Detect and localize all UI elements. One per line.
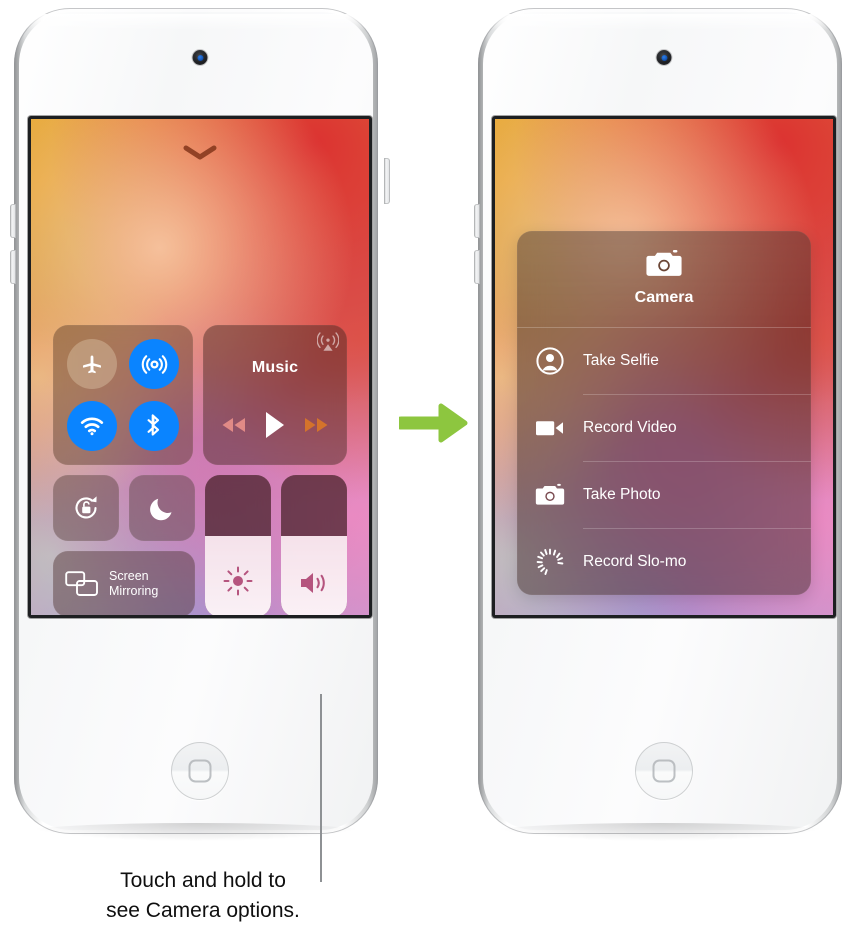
moon-icon	[150, 498, 172, 521]
power-button[interactable]	[384, 158, 390, 204]
menu-item-label: Take Photo	[583, 486, 661, 503]
bluetooth-toggle[interactable]	[129, 401, 179, 451]
figure-caption: Touch and hold to see Camera options.	[0, 866, 406, 926]
music-tile[interactable]: Music	[203, 325, 347, 465]
rotation-lock-tile[interactable]	[53, 475, 119, 541]
volume-down-button[interactable]	[474, 250, 480, 284]
front-camera-icon	[656, 50, 672, 65]
mirror-line-2: Mirroring	[109, 584, 159, 598]
screen-right[interactable]: Camera Take Selfie Record Video Take Pho…	[495, 119, 833, 615]
rotation-lock-icon	[75, 496, 97, 519]
home-button-icon[interactable]	[635, 742, 693, 800]
music-controls	[203, 410, 347, 445]
music-title: Music	[251, 359, 299, 376]
bluetooth-icon	[147, 414, 160, 436]
device-left: Music Screen Mirroring	[8, 8, 392, 841]
control-center: Music Screen Mirroring	[31, 119, 369, 615]
device-shadow	[490, 823, 830, 841]
camera-icon	[517, 249, 811, 280]
menu-item-label: Record Slo-mo	[583, 553, 687, 570]
screen-bezel-left: Music Screen Mirroring	[28, 116, 372, 618]
screen-mirroring-icon	[65, 571, 98, 596]
mirror-line-1: Screen	[109, 569, 149, 583]
chevron-down-icon[interactable]	[183, 145, 217, 166]
wifi-toggle[interactable]	[67, 401, 117, 451]
airdrop-toggle[interactable]	[129, 339, 179, 389]
device-shadow	[26, 823, 366, 841]
play-icon[interactable]	[262, 410, 288, 445]
airplane-icon	[83, 355, 101, 374]
fast-forward-icon[interactable]	[301, 415, 331, 440]
volume-slider[interactable]	[281, 475, 347, 615]
person-circle-icon	[517, 347, 583, 375]
volume-up-button[interactable]	[474, 204, 480, 238]
figure-canvas: Music Screen Mirroring Camera Take Selfi…	[0, 0, 865, 942]
caption-line-1: Touch and hold to	[120, 869, 286, 892]
menu-item-record-slo-mo[interactable]: Record Slo-mo	[517, 529, 811, 596]
menu-item-record-video[interactable]: Record Video	[517, 395, 811, 462]
video-camera-icon	[517, 417, 583, 439]
device-right: Camera Take Selfie Record Video Take Pho…	[472, 8, 856, 841]
airdrop-icon	[141, 354, 167, 374]
volume-icon	[301, 573, 325, 593]
camera-icon	[517, 483, 583, 508]
volume-up-button[interactable]	[10, 204, 16, 238]
screen-bezel-right: Camera Take Selfie Record Video Take Pho…	[492, 116, 836, 618]
volume-down-button[interactable]	[10, 250, 16, 284]
airplane-mode-toggle[interactable]	[67, 339, 117, 389]
screen-left[interactable]: Music Screen Mirroring	[31, 119, 369, 615]
menu-item-take-photo[interactable]: Take Photo	[517, 462, 811, 529]
slo-mo-icon	[517, 548, 583, 576]
screen-mirroring-label: Screen Mirroring	[109, 569, 158, 599]
camera-menu-title: Camera	[634, 289, 694, 306]
menu-item-take-selfie[interactable]: Take Selfie	[517, 328, 811, 395]
menu-item-label: Take Selfie	[583, 352, 659, 369]
connectivity-tile[interactable]	[53, 325, 193, 465]
do-not-disturb-tile[interactable]	[129, 475, 195, 541]
home-button-icon[interactable]	[171, 742, 229, 800]
camera-menu-header: Camera	[517, 231, 811, 327]
wifi-icon	[80, 417, 104, 436]
caption-line-2: see Camera options.	[106, 899, 300, 922]
arrow-right-icon	[394, 402, 469, 449]
callout-leader-line	[320, 694, 322, 882]
brightness-icon	[223, 566, 253, 596]
rewind-icon[interactable]	[219, 415, 249, 440]
menu-item-label: Record Video	[583, 419, 677, 436]
brightness-slider[interactable]	[205, 475, 271, 615]
camera-options-menu: Camera Take Selfie Record Video Take Pho…	[517, 231, 811, 595]
airplay-icon[interactable]	[316, 331, 340, 358]
front-camera-icon	[192, 50, 208, 65]
screen-mirroring-tile[interactable]: Screen Mirroring	[53, 551, 195, 615]
